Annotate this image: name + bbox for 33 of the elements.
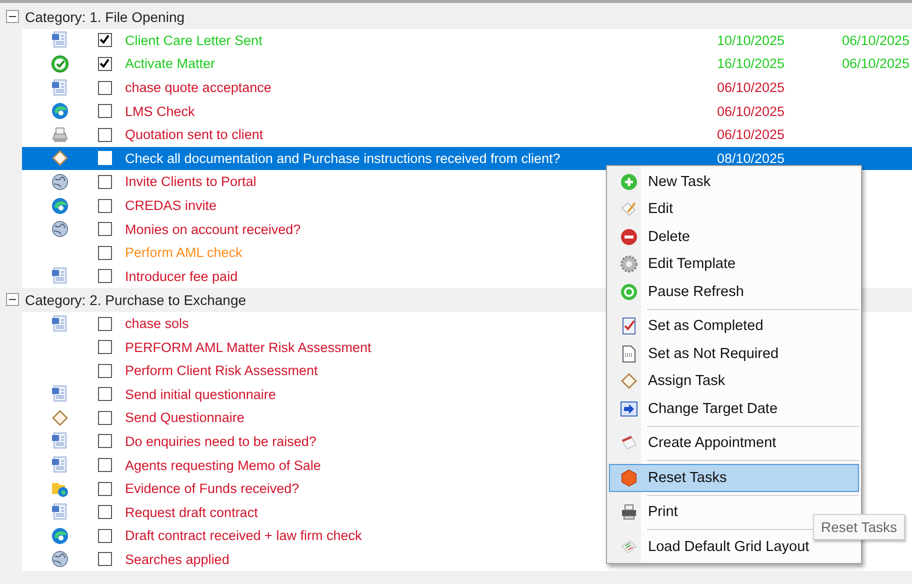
date-cell: 06/10/2025 xyxy=(717,127,785,142)
task-name: Do enquiries need to be raised? xyxy=(125,434,316,449)
date-cell: 06/10/2025 xyxy=(842,32,910,48)
category-title: Category: 1. File Opening xyxy=(25,8,185,25)
date-cell: 06/10/2025 xyxy=(842,56,910,72)
task-name: Invite Clients to Portal xyxy=(125,174,256,190)
date-cell: 06/10/2025 xyxy=(717,80,785,96)
task-name: Perform Client Risk Assessment xyxy=(125,363,318,378)
task-name: CREDAS invite xyxy=(125,198,217,214)
task-name: Send Questionnaire xyxy=(125,410,244,426)
date-cell: 10/10/2025 xyxy=(717,32,785,48)
date-cell: 08/10/2025 xyxy=(717,150,785,166)
task-name: Check all documentation and Purchase instructions received from client? xyxy=(125,150,560,166)
date-cell: 06/10/2025 xyxy=(717,104,785,119)
task-name: Activate Matter xyxy=(125,56,216,72)
tooltip: Reset Tasks xyxy=(813,514,905,540)
task-name: Quotation sent to client xyxy=(125,127,264,142)
date-cell: 16/10/2025 xyxy=(717,56,785,72)
task-name: Request draft contract xyxy=(125,504,258,520)
task-name: Agents requesting Memo of Sale xyxy=(125,458,321,473)
task-name: Client Care Letter Sent xyxy=(125,32,262,48)
task-name: chase sols xyxy=(125,316,189,332)
task-name: Perform AML check xyxy=(125,245,242,260)
task-name: Introducer fee paid xyxy=(125,268,238,284)
task-name: Evidence of Funds received? xyxy=(125,481,300,496)
task-name: Send initial questionnaire xyxy=(125,386,276,402)
task-name: Monies on account received? xyxy=(125,222,301,237)
task-name: chase quote acceptance xyxy=(125,80,272,96)
task-name: LMS Check xyxy=(125,104,195,119)
category-title: Category: 2. Purchase to Exchange xyxy=(25,292,246,308)
task-name: PERFORM AML Matter Risk Assessment xyxy=(125,340,372,355)
task-name: Draft contract received + law firm check xyxy=(125,528,362,544)
task-name: Searches applied xyxy=(125,552,230,567)
